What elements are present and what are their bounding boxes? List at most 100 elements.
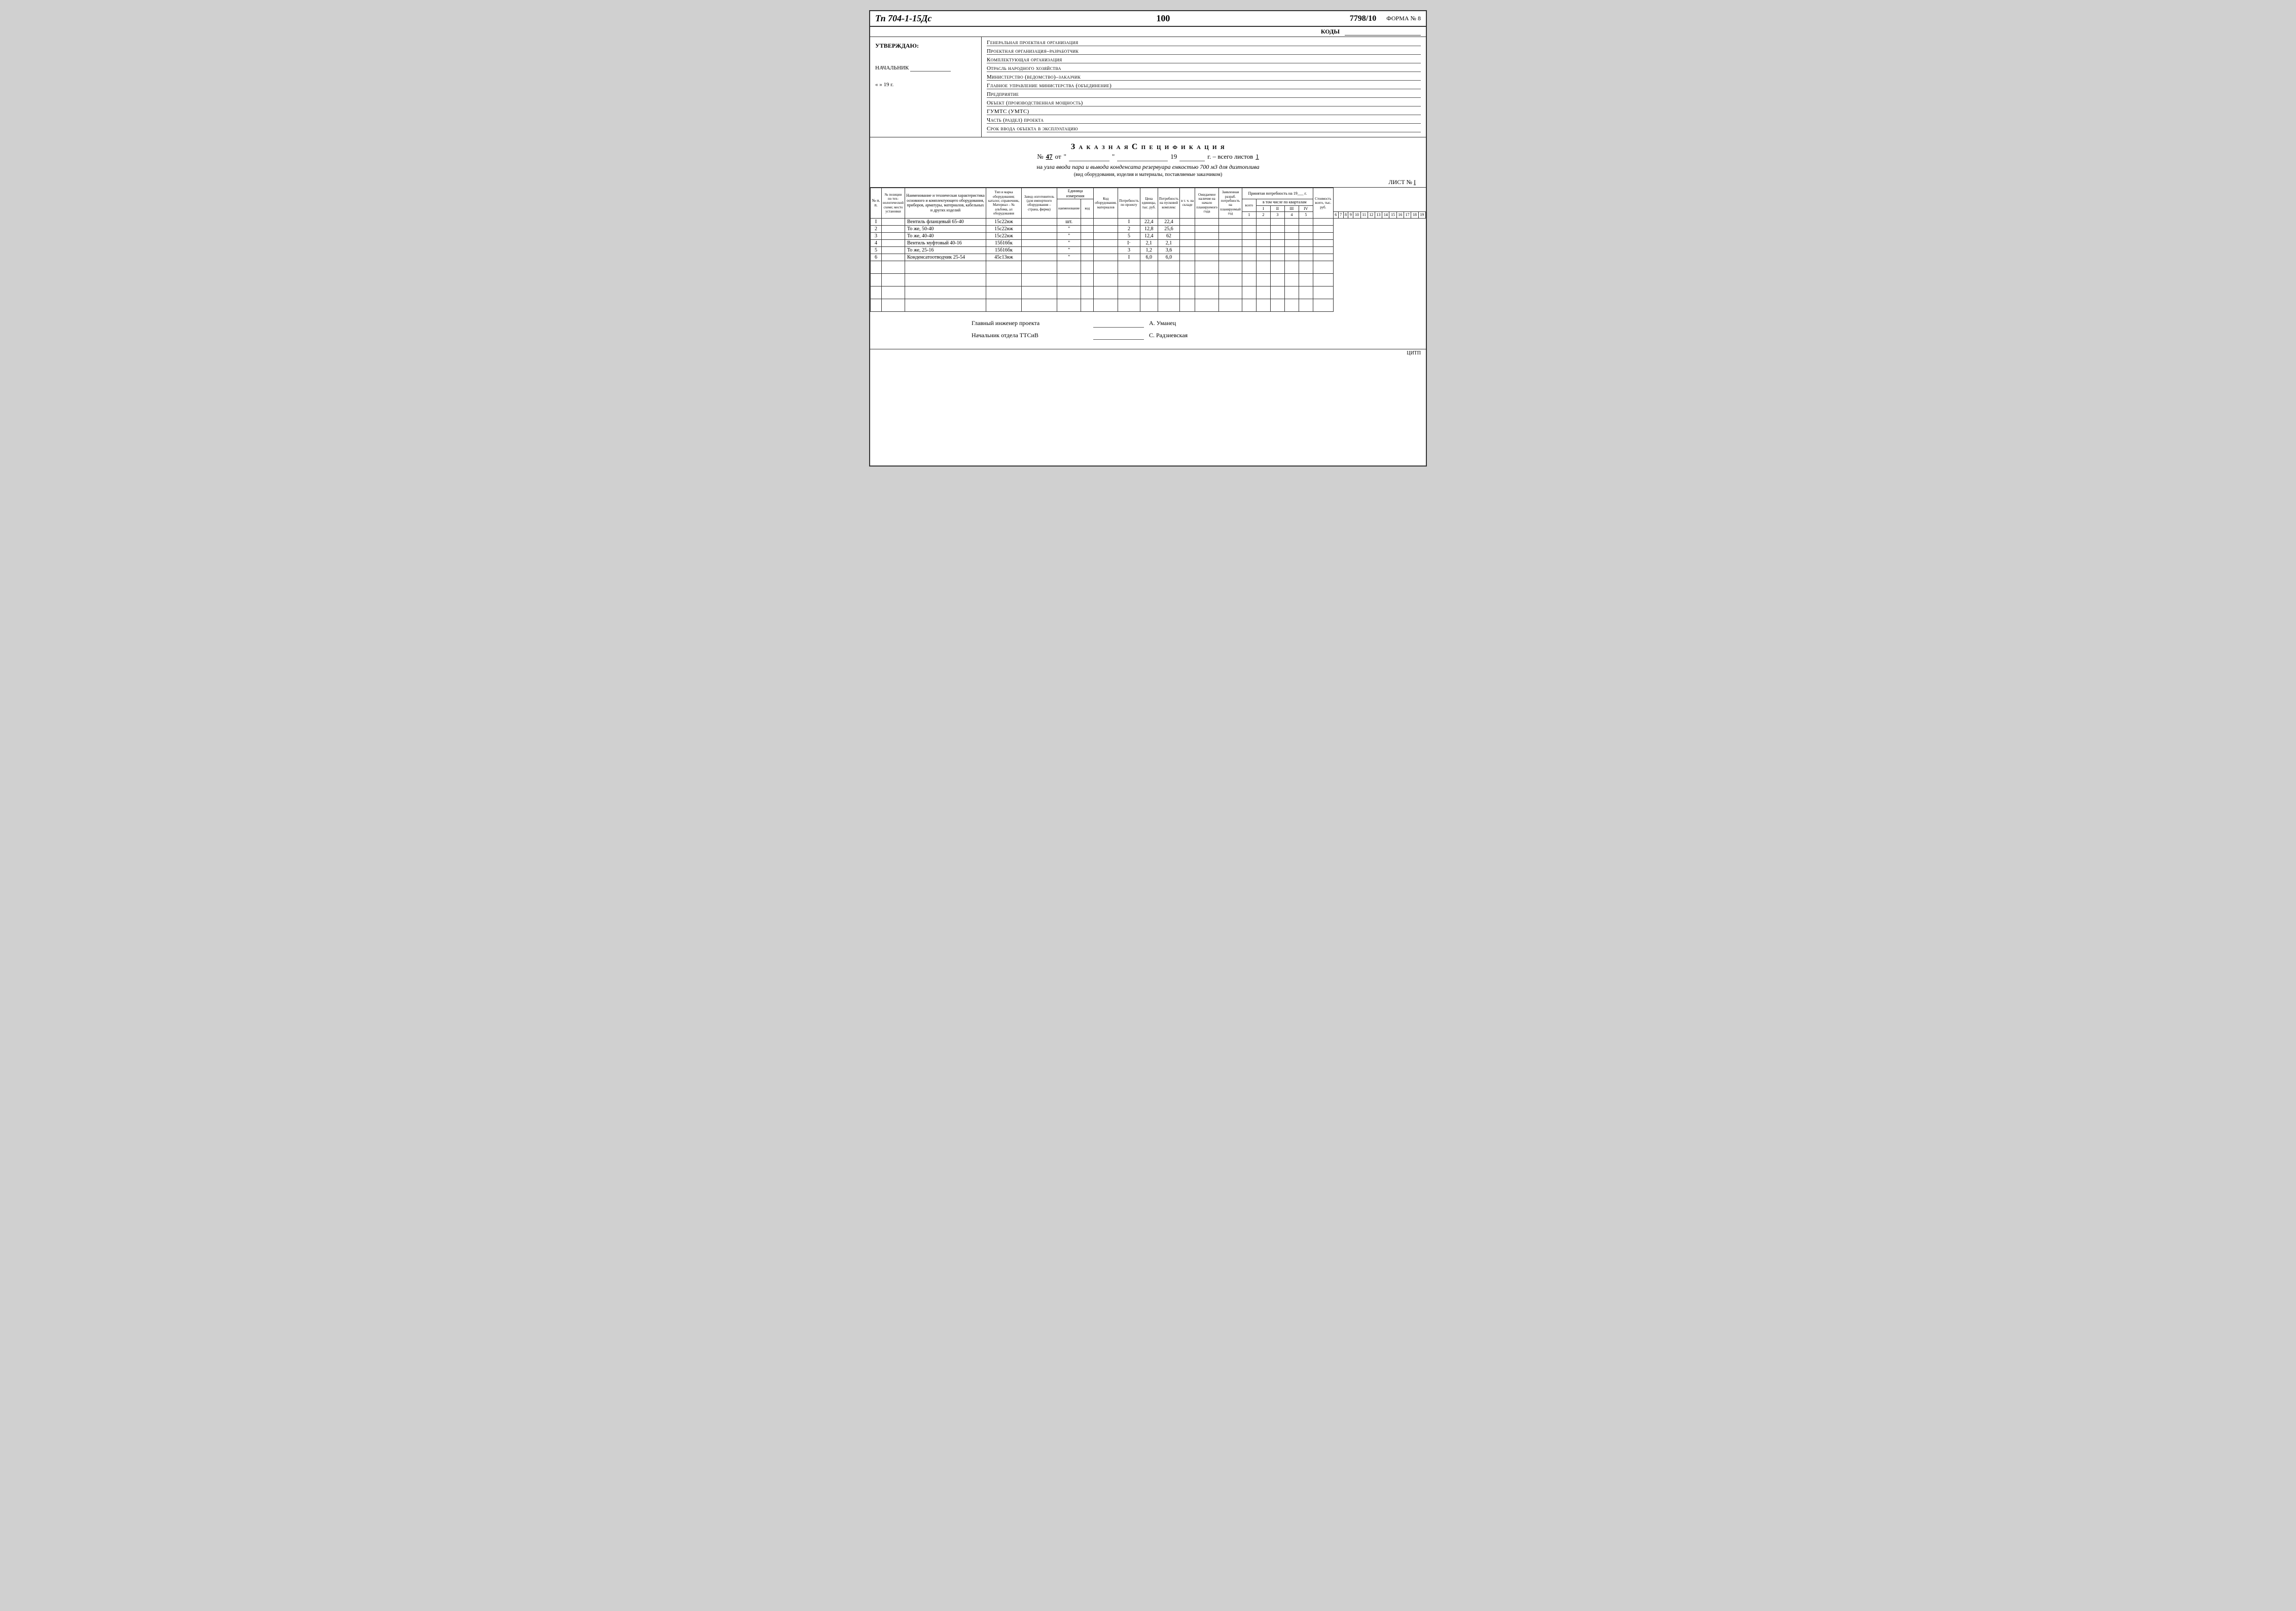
cell-unit: " [1057, 232, 1081, 239]
cell-empty [1180, 299, 1195, 311]
org-field-value [1149, 100, 1421, 106]
cell-q3 [1284, 246, 1299, 254]
cell-empty [1299, 261, 1313, 273]
spec-number-prefix: № [1037, 153, 1043, 161]
cell-empty [1158, 286, 1180, 299]
cell-on-stock [1180, 218, 1195, 225]
right-number: 7798/10 [1350, 14, 1376, 23]
th-pos: № позиции по тех-нологической схеме; мес… [882, 188, 905, 219]
cell-unit: " [1057, 246, 1081, 254]
cell-q1 [1256, 254, 1270, 261]
cell-empty [1242, 299, 1256, 311]
cell-empty [1140, 273, 1158, 286]
cell-type: 15с22нж [986, 225, 1021, 232]
spec-date-quote2: " [1112, 153, 1115, 161]
th-maker: Завод–изготовитель (для импортного обору… [1021, 188, 1057, 219]
document-page: Тп 704-1-15Дс 100 7798/10 ФОРМА № 8 КОДЫ… [869, 10, 1427, 467]
org-field-value [1149, 65, 1421, 71]
th-code-mat: Код оборудования, материалов [1094, 188, 1118, 219]
cell-empty [1195, 286, 1219, 299]
cell-empty [1219, 299, 1242, 311]
cell-expected [1195, 232, 1219, 239]
cell-code-unit [1081, 246, 1094, 254]
cell-maker [1021, 239, 1057, 246]
spec-date-prefix: от [1055, 153, 1061, 161]
cell-code-mat [1094, 232, 1118, 239]
cell-need-launch: 62 [1158, 232, 1180, 239]
th-col7: 7 [1338, 212, 1343, 219]
cell-cost [1313, 246, 1333, 254]
cell-code-mat [1094, 239, 1118, 246]
th-on-stock: в т. ч. на складе [1180, 188, 1195, 219]
cell-empty [986, 299, 1021, 311]
th-quarters-group: Принятая потребность на 19___ г. [1242, 188, 1313, 199]
cell-code-unit [1081, 232, 1094, 239]
cell-type: 15с22нж [986, 218, 1021, 225]
cell-empty [1256, 273, 1270, 286]
org-field-value [1149, 109, 1421, 115]
cell-maker [1021, 232, 1057, 239]
cell-empty [1057, 273, 1081, 286]
org-field-row: Комплектующая организация [987, 57, 1421, 63]
cell-empty [1195, 261, 1219, 273]
cell-q3 [1284, 225, 1299, 232]
cell-q2 [1270, 225, 1284, 232]
org-field-value [1149, 48, 1421, 54]
th-price: Цена единицы, тыс. руб. [1140, 188, 1158, 219]
th-q1: I [1256, 205, 1270, 212]
cell-need-launch: 22,4 [1158, 218, 1180, 225]
cell-expected [1195, 218, 1219, 225]
th-col1: 1 [1242, 212, 1256, 219]
th-col2: 2 [1256, 212, 1270, 219]
cell-q4 [1299, 239, 1313, 246]
left-header: УТВЕРЖДАЮ: НАЧАЛЬНИК « » 19 г. [870, 37, 982, 137]
cell-empty [1180, 286, 1195, 299]
cell-empty [1256, 261, 1270, 273]
cell-empty [905, 286, 986, 299]
cell-empty [1158, 273, 1180, 286]
cell-empty [1180, 261, 1195, 273]
spec-subject-text: узла ввода пара и вывода конденсата резе… [1044, 163, 1260, 170]
codes-section: КОДЫ [870, 27, 1426, 37]
spec-number-row: № 47 от " " 19 г. – всего листов 1 [875, 153, 1421, 161]
cell-q4 [1299, 225, 1313, 232]
cell-empty [1313, 261, 1333, 273]
cell-empty [986, 286, 1021, 299]
org-field-value [1149, 126, 1421, 132]
th-col18: 18 [1411, 212, 1418, 219]
codes-label: КОДЫ [1321, 28, 1340, 35]
cell-empty [1195, 273, 1219, 286]
cell-empty [1021, 261, 1057, 273]
cell-pos [882, 254, 905, 261]
org-field-row: Генеральная проектная организация [987, 40, 1421, 46]
sheet-number: I [1414, 178, 1416, 186]
cell-price: 1,2 [1140, 246, 1158, 254]
cell-empty [1021, 299, 1057, 311]
cell-name: То же, 40-40 [905, 232, 986, 239]
th-col4: 4 [1284, 212, 1299, 219]
spec-title-section: З а к а з н а я С п е ц и ф и к а ц и я … [870, 137, 1426, 188]
cell-empty [986, 273, 1021, 286]
th-claimed: Заявленная разраб. потребность на планир… [1219, 188, 1242, 219]
spec-sheet: ЛИСТ № I [875, 178, 1421, 186]
cell-price: 22,4 [1140, 218, 1158, 225]
org-field-row: Отрасль народного хозяйства [987, 65, 1421, 72]
th-need-launch: Потребность на пусковой комплекс [1158, 188, 1180, 219]
cell-total [1242, 254, 1256, 261]
cell-on-stock [1180, 254, 1195, 261]
head-dept-name: С. Радзиевская [1149, 332, 1188, 339]
spec-title: З а к а з н а я С п е ц и ф и к а ц и я [875, 142, 1421, 152]
cell-num: I [871, 218, 882, 225]
cell-empty [1057, 299, 1081, 311]
cell-empty [1057, 261, 1081, 273]
cell-empty [1081, 286, 1094, 299]
cell-empty [1256, 299, 1270, 311]
chief-engineer-name: А. Уманец [1149, 319, 1176, 327]
cell-code-unit [1081, 239, 1094, 246]
cell-name: То же, 50-40 [905, 225, 986, 232]
th-col15: 15 [1389, 212, 1396, 219]
cell-q4 [1299, 246, 1313, 254]
cell-claimed [1219, 225, 1242, 232]
cell-code-mat [1094, 225, 1118, 232]
cell-empty [1094, 299, 1118, 311]
